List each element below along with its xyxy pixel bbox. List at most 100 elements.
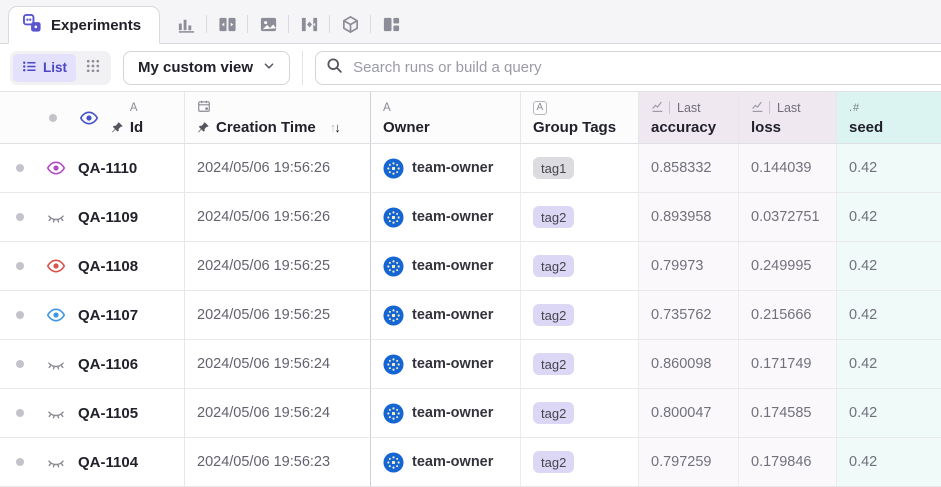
header-owner[interactable]: A Owner [371, 92, 521, 143]
table-row[interactable]: QA-1107 2024/05/06 19:56:25 team-owner t… [0, 291, 941, 340]
eye-icon[interactable] [46, 452, 66, 472]
float-series-type-icon [751, 100, 764, 116]
creation-time-value: 2024/05/06 19:56:25 [197, 307, 331, 323]
accuracy-value: 0.79973 [651, 258, 704, 274]
eye-icon[interactable] [46, 354, 66, 374]
accuracy-value: 0.860098 [651, 356, 712, 372]
seed-value: 0.42 [849, 258, 878, 274]
view-selector[interactable]: My custom view [123, 50, 291, 85]
accuracy-value: 0.893958 [651, 209, 712, 225]
header-accuracy-label: accuracy [651, 118, 717, 136]
row-bullet [16, 311, 24, 319]
header-accuracy[interactable]: Last accuracy [639, 92, 739, 143]
list-view-label: List [43, 60, 68, 75]
compare-icon[interactable] [207, 9, 247, 39]
secondary-tabs [166, 5, 411, 43]
search-box[interactable] [315, 50, 941, 85]
row-bullet [16, 262, 24, 270]
group-tag[interactable]: tag2 [533, 206, 575, 228]
table-row[interactable]: QA-1106 2024/05/06 19:56:24 team-owner t… [0, 340, 941, 389]
run-id[interactable]: QA-1106 [78, 356, 138, 373]
header-loss[interactable]: Last loss [739, 92, 837, 143]
row-bullet [16, 458, 24, 466]
seed-value: 0.42 [849, 160, 878, 176]
eye-icon[interactable] [46, 158, 66, 178]
string-type-icon: A [383, 101, 391, 114]
header-owner-label: Owner [383, 118, 430, 136]
agg-separator [769, 101, 770, 114]
accuracy-value: 0.797259 [651, 454, 712, 470]
grid-view-button[interactable] [78, 54, 108, 81]
creation-time-value: 2024/05/06 19:56:23 [197, 454, 331, 470]
group-tag[interactable]: tag2 [533, 451, 575, 473]
table-row[interactable]: QA-1108 2024/05/06 19:56:25 team-owner t… [0, 242, 941, 291]
run-id[interactable]: QA-1110 [78, 160, 137, 177]
eye-icon[interactable] [46, 403, 66, 423]
row-bullet [16, 213, 24, 221]
group-tag[interactable]: tag2 [533, 353, 575, 375]
seed-value: 0.42 [849, 356, 878, 372]
run-id[interactable]: QA-1108 [78, 258, 138, 275]
header-id[interactable]: A Id [0, 92, 185, 143]
loss-value: 0.0372751 [751, 209, 820, 225]
accuracy-value: 0.800047 [651, 405, 712, 421]
row-bullet [16, 409, 24, 417]
view-selector-label: My custom view [138, 59, 254, 76]
run-id[interactable]: QA-1105 [78, 405, 138, 422]
table-row[interactable]: QA-1104 2024/05/06 19:56:23 team-owner t… [0, 438, 941, 487]
tab-bar: Experiments [0, 0, 941, 44]
loss-value: 0.179846 [751, 454, 812, 470]
table-row[interactable]: QA-1110 2024/05/06 19:56:26 team-owner t… [0, 144, 941, 193]
group-tag[interactable]: tag1 [533, 157, 575, 179]
eye-icon[interactable] [46, 207, 66, 227]
header-loss-label: loss [751, 118, 782, 136]
widgets-icon[interactable] [371, 9, 411, 39]
seed-value: 0.42 [849, 209, 878, 225]
visibility-eye-icon[interactable] [79, 108, 99, 128]
eye-icon[interactable] [46, 256, 66, 276]
loss-value: 0.249995 [751, 258, 812, 274]
header-group-tags[interactable]: A Group Tags [521, 92, 639, 143]
owner-name: team-owner [412, 405, 494, 421]
tab-experiments-label: Experiments [51, 16, 142, 34]
table-row[interactable]: QA-1105 2024/05/06 19:56:24 team-owner t… [0, 389, 941, 438]
creation-time-value: 2024/05/06 19:56:24 [197, 356, 331, 372]
toolbar: List My custom view [0, 44, 941, 91]
parallel-coordinates-icon[interactable] [289, 9, 329, 39]
loss-value: 0.215666 [751, 307, 812, 323]
row-bullet [16, 360, 24, 368]
eye-icon[interactable] [46, 305, 66, 325]
run-id[interactable]: QA-1107 [78, 307, 138, 324]
group-tag[interactable]: tag2 [533, 402, 575, 424]
string-set-type-icon: A [533, 100, 547, 115]
tab-experiments[interactable]: Experiments [8, 6, 161, 44]
owner-name: team-owner [412, 454, 494, 470]
pin-icon [111, 121, 124, 134]
sort-icons[interactable]: ↑↓ [330, 119, 341, 135]
owner-name: team-owner [412, 356, 494, 372]
datetime-type-icon [197, 99, 211, 116]
header-creation-time[interactable]: Creation Time ↑↓ [185, 92, 371, 143]
group-tag[interactable]: tag2 [533, 304, 575, 326]
chevron-down-icon [263, 59, 275, 76]
float-type-icon: .# [849, 101, 861, 114]
charts-icon[interactable] [166, 9, 206, 39]
creation-time-value: 2024/05/06 19:56:24 [197, 405, 331, 421]
search-input[interactable] [353, 59, 931, 76]
group-tag[interactable]: tag2 [533, 255, 575, 277]
run-id[interactable]: QA-1109 [78, 209, 138, 226]
experiments-page: Experiments List My custom view Search r… [0, 0, 941, 487]
sort-desc-icon: ↓ [334, 119, 340, 135]
header-seed[interactable]: .# seed [837, 92, 941, 143]
agg-separator [669, 101, 670, 114]
table-row[interactable]: QA-1109 2024/05/06 19:56:26 team-owner t… [0, 193, 941, 242]
artifacts-icon[interactable] [330, 9, 370, 39]
experiments-icon [23, 13, 42, 37]
row-bullet [16, 164, 24, 172]
list-view-button[interactable]: List [13, 53, 77, 82]
images-icon[interactable] [248, 9, 288, 39]
run-id[interactable]: QA-1104 [78, 454, 138, 471]
runs-table: A Id Creation Time ↑↓ A Owner A Group Ta… [0, 91, 941, 487]
accuracy-value: 0.735762 [651, 307, 712, 323]
seed-value: 0.42 [849, 454, 878, 470]
